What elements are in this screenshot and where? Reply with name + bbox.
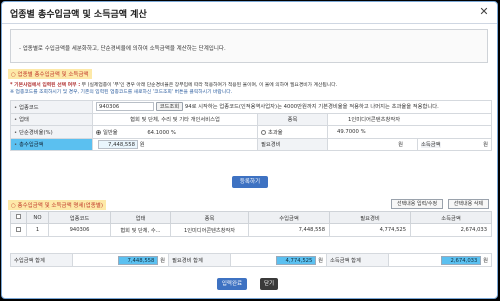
header-profit: 소득금액 [410,211,492,224]
edit-selected-button[interactable]: 선택내용 입력/수정 [390,199,444,209]
total-income-unit: 원 [160,257,165,264]
row-checkbox[interactable] [16,226,21,232]
expense-label-cell: 필요경비 [257,137,328,151]
total-expense-unit: 원 [318,257,323,264]
income-form: • 업종코드 940306 코드조회 94로 시작하는 업종코드(인적용역사업자)… [10,100,492,151]
section-title-income: ○ 업종별 총수입금액 및 소득금액 [8,69,92,79]
register-button[interactable]: 등록하기 [232,176,268,188]
rate-label: 단순경비율(%) [19,129,53,136]
row-profit: 2,674,033 [410,223,492,237]
header-item: 종목 [170,211,249,224]
total-expense-label: 필요경비 합계 [168,253,231,267]
section-title-detail: ○ 총수입금액 및 소득금액 명세(업종별) [8,200,106,210]
item-label: 종목 [257,112,328,126]
row-type: 협회 및 단체, 수... [110,223,171,237]
income-label-cell: • 총수입금액 [10,137,93,151]
info-box: - 업종별로 수입금액을 세분화하고, 단순경비율에 의하여 소득금액을 계산하… [10,29,488,63]
rate-normal-label: 일반율 [103,129,118,136]
row-income: 7,448,558 [248,223,330,237]
total-profit-unit: 원 [483,257,488,264]
rate-excess-value: 49.7000 % [337,128,366,135]
close-icon[interactable]: ✕ [477,5,491,19]
expense-label: 필요경비 [261,142,281,149]
total-income-cell: 7,448,558 원 [72,253,169,267]
item-value: 1인미디어콘텐츠창작자 [327,112,492,126]
note1-text: 부 (실제업종이 '부'인 경우 아래 단순경비율은 장부입에 따라 적용하여가… [80,83,338,88]
header-expense: 필요경비 [329,211,411,224]
row-expense: 4,774,525 [329,223,411,237]
dialog-window: 업종별 총수입금액 및 소득금액 계산 ✕ - 업종별로 수입금액을 세분화하고… [1,1,498,299]
code-label: 업종코드 [19,104,39,111]
total-profit-cell: 2,674,033 원 [388,253,492,267]
select-all-checkbox[interactable] [16,214,21,219]
rate-normal-radio[interactable] [96,129,101,135]
total-expense-value: 4,774,525 [276,255,317,265]
total-expense-cell: 4,774,525 원 [230,253,327,267]
total-income-value: 7,448,558 [118,255,159,265]
income-label: 총수입금액 [19,142,44,149]
income-input[interactable]: 7,448,558 [98,139,138,149]
profit-label: 소득금액 [421,142,441,149]
rate-label-cell: • 단순경비율(%) [10,125,93,139]
header-income: 수입금액 [248,211,330,224]
profit-unit: 원 [483,142,488,149]
rate-excess-radio[interactable] [261,129,266,135]
header-select [10,211,27,224]
dialog-title: 업종별 총수입금액 및 소득금액 계산 [10,10,147,20]
rate-excess-label: 초과율 [268,129,283,136]
note2-text: ※ 업종코드를 조회하시기 및 경우, 기존의 입력된 업종코드를 새로하신 '… [10,90,233,95]
type-label: 업태 [19,117,29,124]
code-hint: 94로 시작하는 업종코드(인적용역사업자)는 4000만원까지 기본경비율을 … [184,104,439,111]
total-profit-value: 2,674,033 [441,255,482,265]
total-income-label: 수입금액 합계 [10,253,73,267]
type-label-cell: • 업태 [10,112,93,126]
profit-cell: 소득금액 원 [417,137,492,151]
note1-bold: * 기본사업에서 입력된 선택 여부 : [10,83,81,88]
notes: * 기본사업에서 입력된 선택 여부 : 부 (실제업종이 '부'인 경우 아래… [10,82,337,96]
info-text: - 업종별로 수입금액을 세분화하고, 단순경비율에 의하여 소득금액을 계산하… [19,46,226,52]
totals-table: 수입금액 합계 7,448,558 원 필요경비 합계 4,774,525 원 … [10,253,492,267]
table-row[interactable]: 1 940306 협회 및 단체, 수... 1인미디어콘텐츠창작자 7,448… [10,223,492,237]
row-code: 940306 [48,223,111,237]
header-code: 업종코드 [48,211,111,224]
type-value: 협회 및 단체, 수리 및 기타 개인서비스업 [92,112,258,126]
detail-table: NO 업종코드 업태 종목 수입금액 필요경비 소득금액 1 940306 협회… [10,211,492,237]
code-input[interactable]: 940306 [96,102,154,112]
total-profit-label: 소득금액 합계 [326,253,389,267]
expense-unit: 원 [327,137,418,151]
row-no: 1 [26,223,49,237]
row-item: 1인미디어콘텐츠창작자 [170,223,249,237]
delete-selected-button[interactable]: 선택내용 삭제 [447,199,489,209]
table-header-row: NO 업종코드 업태 종목 수입금액 필요경비 소득금액 [10,211,492,224]
title-bar: 업종별 총수입금액 및 소득금액 계산 ✕ [2,2,497,24]
close-button[interactable]: 닫기 [260,278,278,290]
income-unit: 원 [139,141,145,148]
grid-actions: 선택내용 입력/수정 선택내용 삭제 [388,199,489,209]
code-label-cell: • 업종코드 [10,100,93,114]
header-no: NO [26,211,49,224]
rate-normal-value: 64.1000 % [147,129,176,136]
code-lookup-button[interactable]: 코드조회 [155,102,184,112]
header-type: 업태 [110,211,171,224]
complete-button[interactable]: 입력완료 [217,278,247,290]
